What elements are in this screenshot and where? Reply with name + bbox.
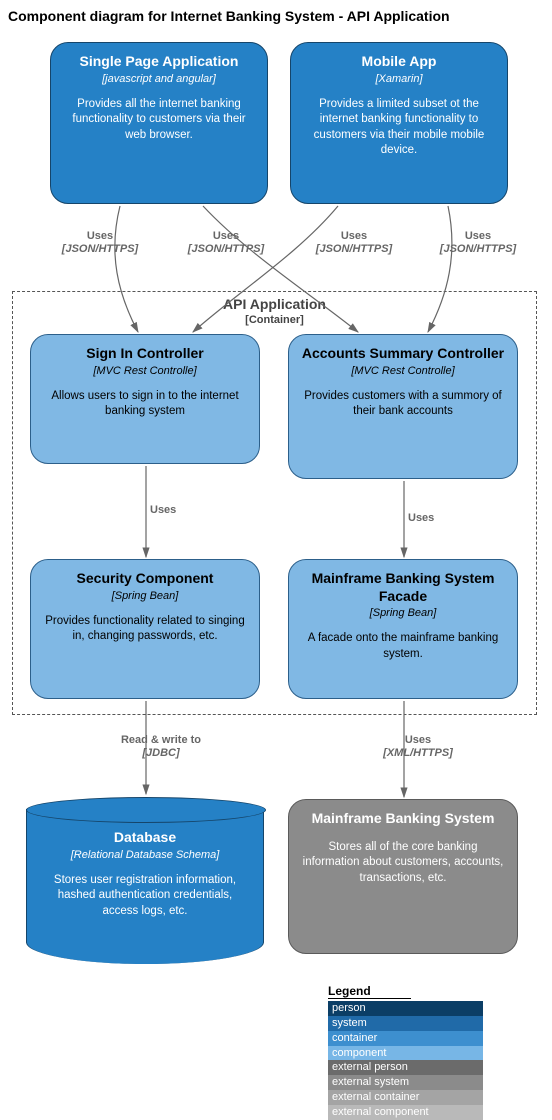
legend-row: container	[328, 1031, 483, 1046]
edge-mobile-accounts: Uses[JSON/HTTPS]	[428, 230, 528, 255]
container-sublabel: [Container]	[13, 314, 536, 326]
node-subtitle: [MVC Rest Controlle]	[301, 365, 505, 377]
node-spa: Single Page Application [javascript and …	[50, 42, 268, 204]
node-database: Database [Relational Database Schema] St…	[26, 809, 264, 964]
node-desc: Stores all of the core banking informati…	[301, 840, 505, 887]
legend: Legend personsystemcontainercomponentext…	[328, 984, 483, 1120]
node-desc: Provides functionality related to singin…	[43, 614, 247, 645]
legend-row: system	[328, 1016, 483, 1031]
node-subtitle: [Spring Bean]	[43, 590, 247, 602]
node-title: Mainframe Banking System	[301, 810, 505, 828]
legend-rows: personsystemcontainercomponentexternal p…	[328, 1001, 483, 1120]
legend-row: external person	[328, 1060, 483, 1075]
edge-accounts-facade: Uses	[408, 512, 434, 525]
edge-spa-signin: Uses[JSON/HTTPS]	[50, 230, 150, 255]
edge-mobile-signin: Uses[JSON/HTTPS]	[304, 230, 404, 255]
legend-row: external component	[328, 1105, 483, 1120]
node-mobile: Mobile App [Xamarin] Provides a limited …	[290, 42, 508, 204]
node-subtitle: [Relational Database Schema]	[39, 849, 251, 861]
node-subtitle: [MVC Rest Controlle]	[43, 365, 247, 377]
node-title: Sign In Controller	[43, 345, 247, 363]
diagram-canvas: Single Page Application [javascript and …	[8, 34, 544, 1104]
node-desc: A facade onto the mainframe banking syst…	[301, 631, 505, 662]
node-accounts-controller: Accounts Summary Controller [MVC Rest Co…	[288, 334, 518, 479]
node-mainframe-facade: Mainframe Banking System Facade [Spring …	[288, 559, 518, 699]
legend-row: person	[328, 1001, 483, 1016]
node-mainframe-system: Mainframe Banking System Stores all of t…	[288, 799, 518, 954]
edge-facade-mainframe: Uses[XML/HTTPS]	[358, 734, 478, 759]
edge-signin-security: Uses	[150, 504, 176, 517]
legend-title: Legend	[328, 984, 411, 999]
node-desc: Provides all the internet banking functi…	[63, 97, 255, 144]
node-subtitle: [Xamarin]	[303, 73, 495, 85]
node-title: Accounts Summary Controller	[301, 345, 505, 363]
container-label: API Application	[13, 296, 536, 312]
node-desc: Provides customers with a summory of the…	[301, 389, 505, 420]
node-desc: Stores user registration information, ha…	[39, 873, 251, 920]
node-title: Security Component	[43, 570, 247, 588]
node-signin-controller: Sign In Controller [MVC Rest Controlle] …	[30, 334, 260, 464]
edge-security-database: Read & write to[JDBC]	[86, 734, 236, 759]
legend-row: component	[328, 1046, 483, 1061]
node-title: Database	[39, 829, 251, 847]
node-title: Mobile App	[303, 53, 495, 71]
edge-spa-accounts: Uses[JSON/HTTPS]	[176, 230, 276, 255]
legend-row: external container	[328, 1090, 483, 1105]
node-title: Single Page Application	[63, 53, 255, 71]
node-subtitle: [javascript and angular]	[63, 73, 255, 85]
node-security-component: Security Component [Spring Bean] Provide…	[30, 559, 260, 699]
node-title: Mainframe Banking System Facade	[301, 570, 505, 605]
node-desc: Allows users to sign in to the internet …	[43, 389, 247, 420]
page-title: Component diagram for Internet Banking S…	[8, 8, 544, 24]
legend-row: external system	[328, 1075, 483, 1090]
node-subtitle: [Spring Bean]	[301, 607, 505, 619]
node-desc: Provides a limited subset ot the interne…	[303, 97, 495, 159]
